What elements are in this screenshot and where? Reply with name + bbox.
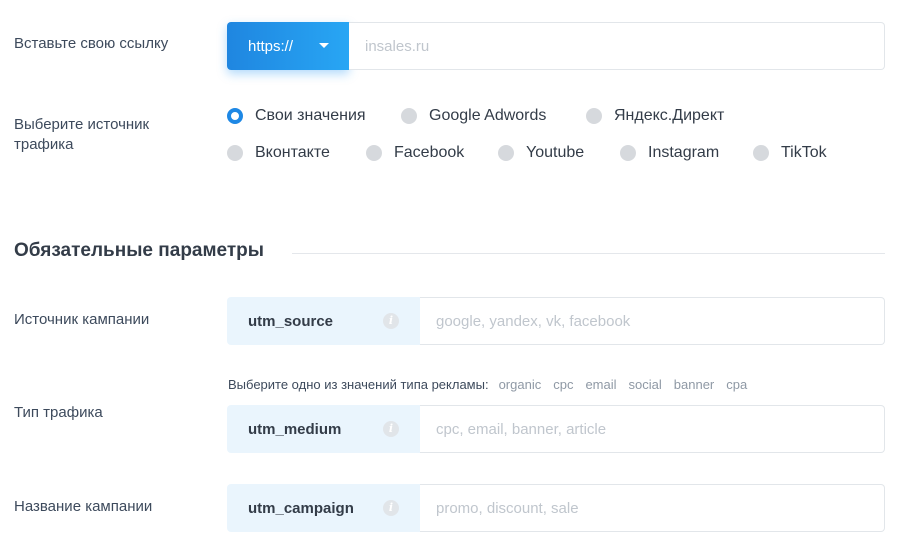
medium-hint-label: Выберите одно из значений типа рекламы: (228, 377, 489, 392)
utm-medium-tag: utm_medium i (227, 405, 420, 453)
radio-dot-icon (586, 108, 602, 124)
radio-label: Youtube (526, 144, 585, 161)
campaign-label: Название кампании (14, 498, 153, 515)
radio-label: TikTok (781, 144, 827, 161)
info-icon[interactable]: i (383, 500, 399, 516)
utm-source-tag: utm_source i (227, 297, 420, 345)
url-input[interactable] (349, 22, 885, 70)
radio-google-adwords[interactable]: Google Adwords (401, 107, 546, 125)
utm-medium-name: utm_medium (248, 420, 342, 438)
radio-tiktok[interactable]: TikTok (753, 144, 827, 162)
radio-label: Facebook (394, 144, 465, 161)
radio-facebook[interactable]: Facebook (366, 144, 464, 162)
radio-dot-icon (401, 108, 417, 124)
radio-label: Свои значения (255, 107, 366, 124)
info-icon[interactable]: i (383, 421, 399, 437)
utm-source-name: utm_source (248, 312, 334, 330)
medium-option-social[interactable]: social (629, 377, 662, 392)
radio-yandex-direct[interactable]: Яндекс.Директ (586, 107, 724, 125)
chevron-down-icon (319, 43, 329, 48)
utm-campaign-name: utm_campaign (248, 499, 354, 517)
utm-campaign-input[interactable] (420, 484, 885, 532)
radio-dot-icon (227, 145, 243, 161)
radio-dot-icon (753, 145, 769, 161)
medium-option-email[interactable]: email (585, 377, 616, 392)
source-label: Источник кампании (14, 311, 150, 328)
medium-option-cpc[interactable]: cpc (553, 377, 573, 392)
section-title: Обязательные параметры (14, 240, 265, 261)
radio-dot-icon (227, 108, 243, 124)
traffic-source-label-line2: трафика (14, 136, 74, 153)
radio-label: Вконтакте (255, 144, 330, 161)
url-label: Вставьте свою ссылку (14, 35, 169, 52)
traffic-source-label-line1: Выберите источник (14, 116, 150, 133)
protocol-value: https:// (248, 37, 294, 55)
radio-youtube[interactable]: Youtube (498, 144, 584, 162)
medium-label: Тип трафика (14, 404, 103, 421)
utm-source-input[interactable] (420, 297, 885, 345)
utm-medium-input[interactable] (420, 405, 885, 453)
radio-label: Google Adwords (429, 107, 547, 124)
utm-campaign-tag: utm_campaign i (227, 484, 420, 532)
radio-label: Яндекс.Директ (614, 107, 725, 124)
traffic-source-label: Выберите источник трафика (14, 115, 149, 155)
radio-label: Instagram (648, 144, 720, 161)
medium-hint: Выберите одно из значений типа рекламы: … (228, 377, 759, 392)
medium-option-banner[interactable]: banner (674, 377, 714, 392)
radio-dot-icon (366, 145, 382, 161)
radio-instagram[interactable]: Instagram (620, 144, 719, 162)
medium-option-cpa[interactable]: cpa (726, 377, 747, 392)
radio-own-values[interactable]: Свои значения (227, 107, 366, 125)
radio-dot-icon (498, 145, 514, 161)
info-icon[interactable]: i (383, 313, 399, 329)
radio-vkontakte[interactable]: Вконтакте (227, 144, 330, 162)
protocol-dropdown[interactable]: https:// (227, 22, 349, 70)
radio-dot-icon (620, 145, 636, 161)
medium-option-organic[interactable]: organic (499, 377, 542, 392)
section-divider (292, 253, 885, 254)
